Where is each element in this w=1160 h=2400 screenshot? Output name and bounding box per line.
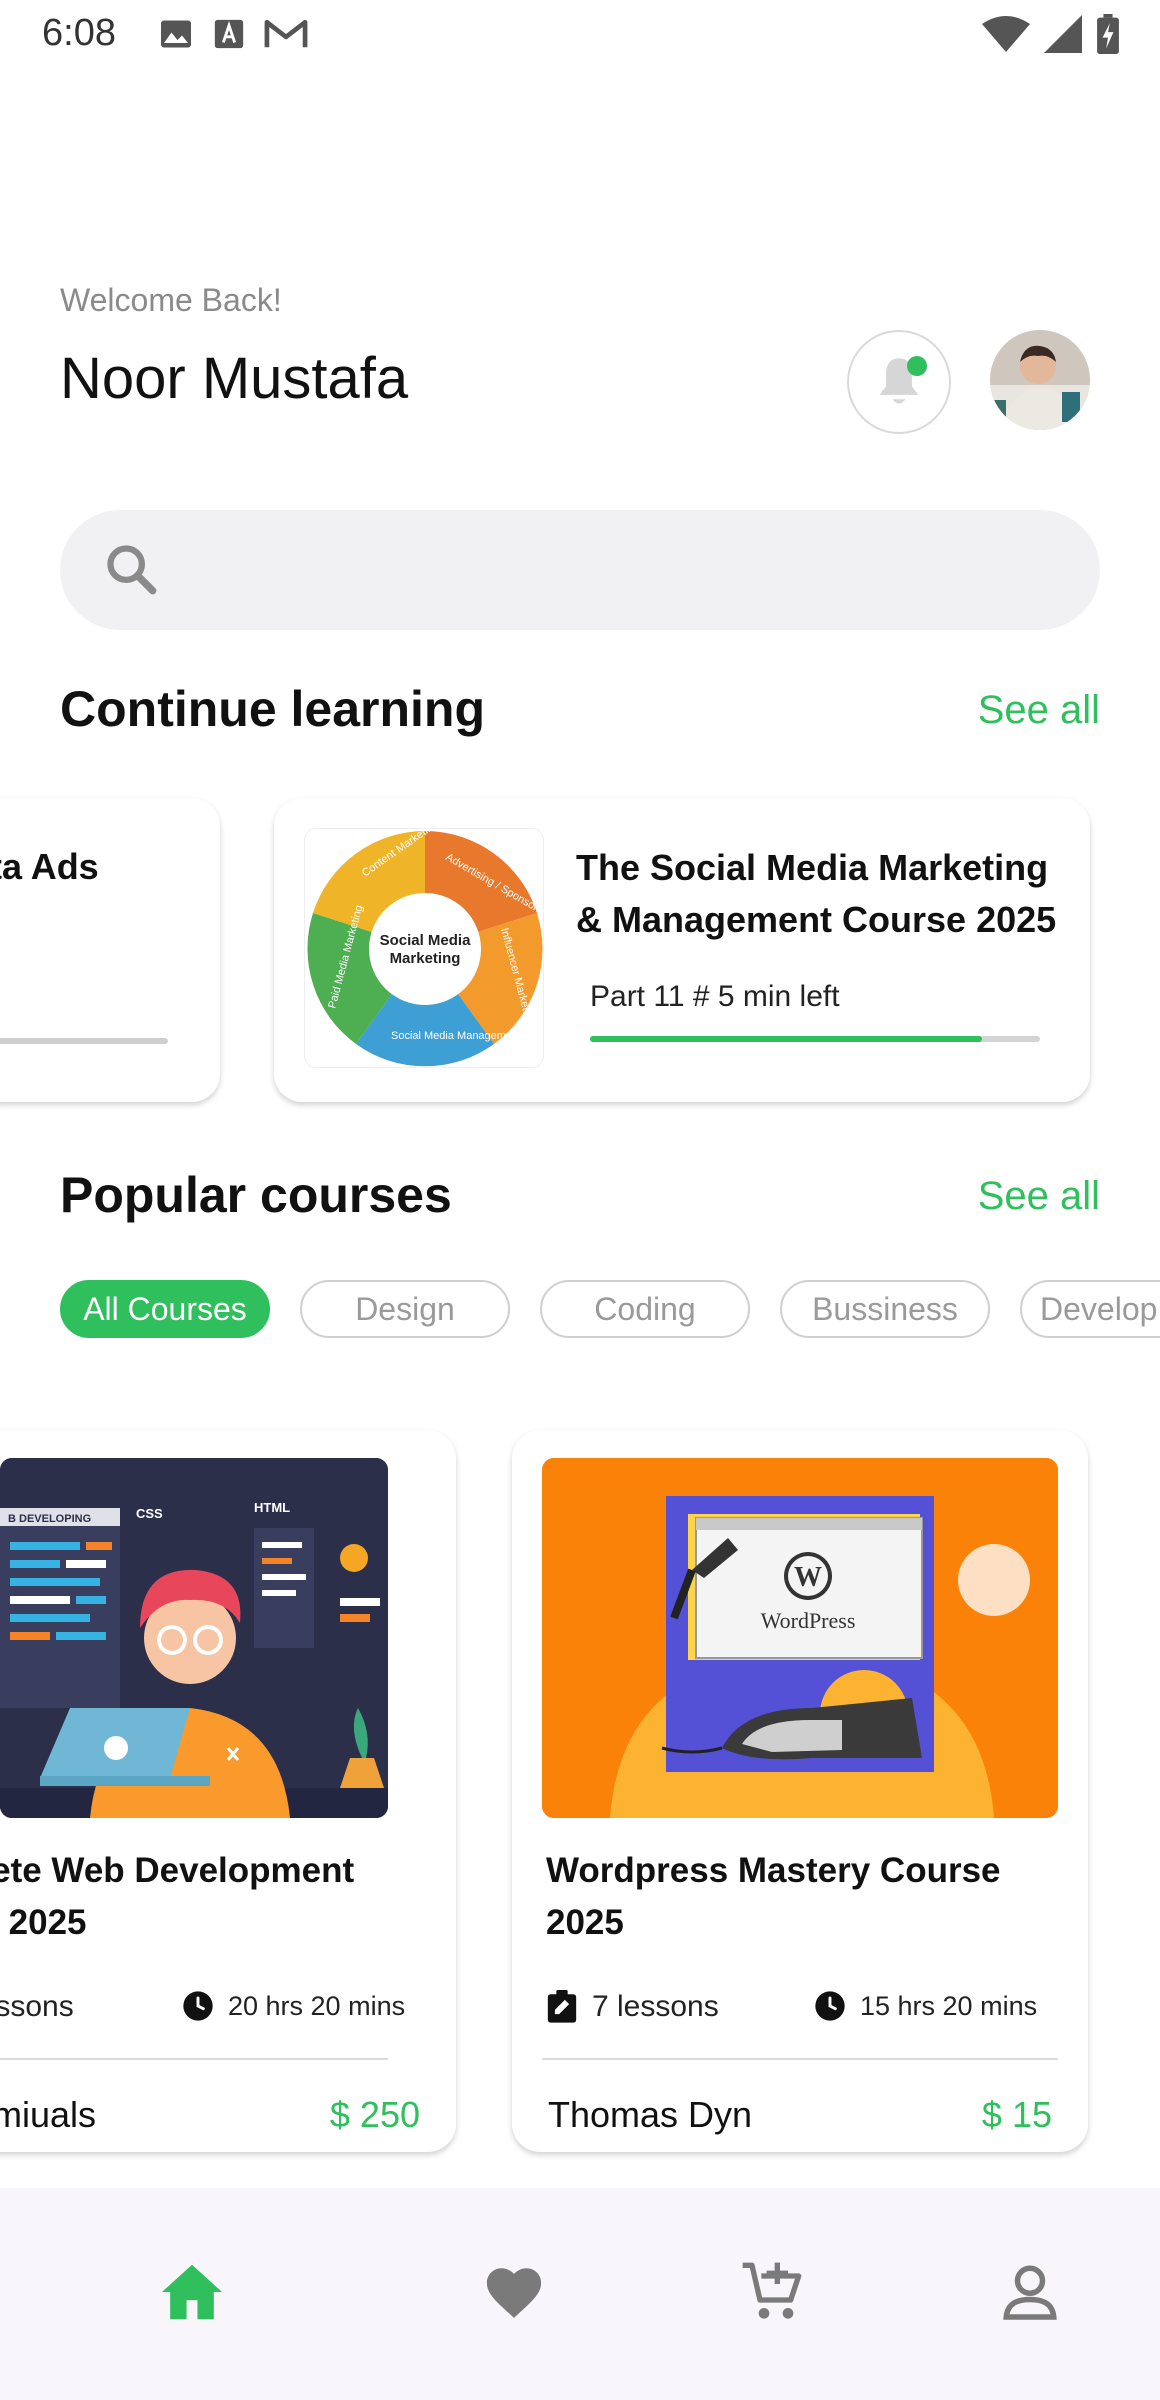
duration-text: 20 hrs 20 mins: [228, 1990, 406, 2021]
course-price: $ 250: [329, 2094, 420, 2135]
popular-courses-see-all-link[interactable]: See all: [978, 1174, 1100, 1219]
clock-icon: [815, 1991, 845, 2021]
image-label: WordPress: [761, 1608, 856, 1633]
progress-fill: [590, 1036, 982, 1042]
category-chips: All Courses Design Coding Bussiness Deve…: [60, 1280, 1160, 1340]
duration: 20 hrs 20 mins: [182, 1990, 405, 2022]
social-media-wheel-image: Social Media Marketing Content Marketing…: [307, 818, 558, 1067]
lessons-text: 7 lessons: [592, 1990, 719, 2023]
nav-item-favorites[interactable]: [474, 2252, 554, 2332]
wifi-icon: [982, 16, 1030, 52]
wordpress-illustration: W WordPress: [542, 1458, 1058, 1818]
nav-item-cart[interactable]: [732, 2252, 812, 2332]
course-title: eta Ads: [0, 846, 99, 887]
status-left-icons: [158, 16, 308, 52]
welcome-text: Welcome Back!: [60, 282, 282, 318]
lessons-text: lessons: [0, 1990, 74, 2023]
course-title-line: plete Web Development: [0, 1851, 355, 1890]
nav-item-profile[interactable]: [990, 2252, 1070, 2332]
course-title: The Social Media Marketing & Management …: [576, 847, 1057, 940]
lessons-count: lessons: [0, 1990, 74, 2024]
course-card[interactable]: B DEVELOPING CSS HTML ete Web Developmen…: [0, 1430, 456, 2152]
continue-learning-title: Continue learning: [60, 681, 485, 737]
continue-learning-see-all-link[interactable]: See all: [978, 688, 1100, 733]
category-chip-coding[interactable]: Coding: [540, 1280, 750, 1338]
continue-learning-card[interactable]: Social Media Marketing Content Marketing…: [274, 798, 1090, 1102]
user-name: Noor Mustafa: [60, 346, 409, 411]
lessons-count: 7 lessons: [546, 1990, 719, 2024]
course-title: Wordpress Mastery Course 2025: [546, 1851, 1001, 1942]
image-icon: [161, 20, 191, 48]
nav-item-home[interactable]: [152, 2252, 232, 2332]
instructor-name: amiuals: [0, 2094, 97, 2135]
category-chip-develop[interactable]: Develop: [1020, 1280, 1160, 1338]
status-bar: 6:08: [0, 0, 1160, 72]
duration-text: 15 hrs 20 mins: [860, 1990, 1038, 2021]
status-right-icons: [982, 14, 1120, 54]
continue-learning-card[interactable]: eta Ads: [0, 798, 220, 1102]
notification-button[interactable]: [847, 330, 951, 434]
gmail-icon: [264, 19, 308, 48]
wordpress-logo-letter: W: [794, 1562, 822, 1593]
web-development-illustration: B DEVELOPING CSS HTML: [0, 1458, 388, 1818]
search-bar[interactable]: [60, 510, 1100, 630]
course-thumbnail: Social Media Marketing Content Marketing…: [304, 818, 558, 1068]
search-input[interactable]: [170, 510, 1070, 630]
battery-charging-icon: [1097, 14, 1119, 54]
progress-track: [0, 1038, 168, 1044]
course-card[interactable]: W WordPress Wordpress Mastery Course 202…: [512, 1430, 1088, 2152]
bottom-nav: [0, 2188, 1160, 2400]
image-label: HTML: [254, 1500, 290, 1515]
edit-note-icon: [547, 1990, 577, 2023]
wheel-center-label-line1: Social Media: [380, 932, 472, 949]
profile-icon: [1003, 2265, 1057, 2320]
duration: 15 hrs 20 mins: [814, 1990, 1037, 2022]
font-download-icon: [214, 19, 244, 49]
category-chip-design[interactable]: Design: [300, 1280, 510, 1338]
wheel-label: Social Media Management: [391, 1030, 521, 1042]
instructor-name: Thomas Dyn: [548, 2094, 753, 2135]
progress-text: Part 11 # 5 min left: [590, 980, 840, 1013]
divider: [542, 2058, 1058, 2060]
avatar-photo: [990, 330, 1090, 430]
category-chip-all-courses[interactable]: All Courses: [60, 1280, 270, 1338]
course-title-line: se 2025: [0, 1903, 87, 1942]
heart-icon: [486, 2268, 542, 2318]
course-image: W WordPress: [542, 1458, 1058, 1818]
notification-dot: [907, 356, 927, 376]
category-chip-bussiness[interactable]: Bussiness: [780, 1280, 990, 1338]
image-label: CSS: [136, 1506, 163, 1521]
status-time: 6:08: [42, 12, 116, 54]
popular-courses-title: Popular courses: [60, 1167, 452, 1223]
search-icon: [107, 545, 157, 595]
avatar[interactable]: [990, 330, 1090, 430]
course-title: plete Web Development se 2025: [0, 1845, 390, 1949]
course-price: $ 15: [981, 2094, 1052, 2135]
divider: [0, 2058, 388, 2060]
add-cart-icon: [742, 2262, 802, 2319]
progress-track: [590, 1036, 1040, 1042]
clock-icon: [183, 1991, 213, 2021]
home-icon: [162, 2264, 222, 2320]
wheel-center-label-line2: Marketing: [390, 950, 461, 967]
cellular-signal-icon: [1044, 15, 1082, 53]
image-label: B DEVELOPING: [8, 1513, 91, 1525]
course-image: B DEVELOPING CSS HTML: [0, 1458, 388, 1818]
